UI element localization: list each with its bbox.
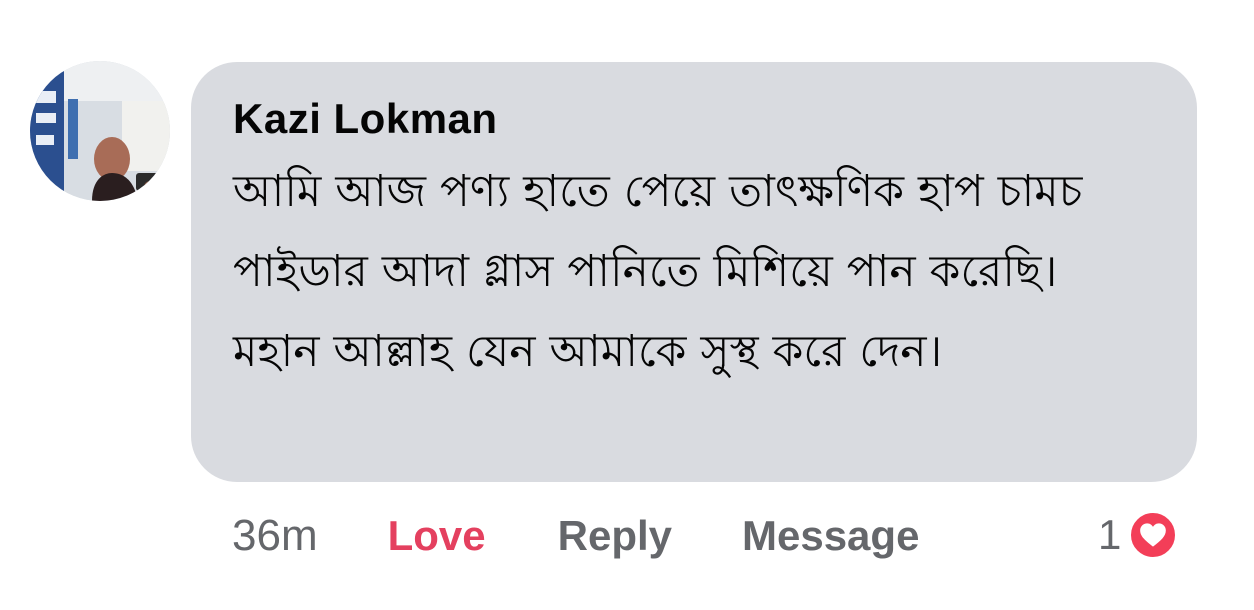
reply-button[interactable]: Reply [558,512,672,560]
heart-icon [1127,509,1180,561]
comment-bubble: Kazi Lokman আমি আজ পণ্য হাতে পেয়ে তাৎক্… [191,62,1197,482]
comment-author[interactable]: Kazi Lokman [233,94,1155,144]
reaction-summary[interactable]: 1 [1098,505,1180,565]
comment-text: আমি আজ পণ্য হাতে পেয়ে তাৎক্ষণিক হাপ চাম… [233,166,1097,377]
comment-timestamp[interactable]: 36m [232,511,318,561]
message-button[interactable]: Message [742,512,919,560]
reaction-count: 1 [1098,511,1122,558]
avatar-photo [30,61,170,201]
comment: Kazi Lokman আমি আজ পণ্য হাতে পেয়ে তাৎক্… [0,0,1254,610]
love-button[interactable]: Love [388,512,486,560]
avatar[interactable] [30,61,170,201]
comment-actions: 36m Love Reply Message [232,506,919,566]
